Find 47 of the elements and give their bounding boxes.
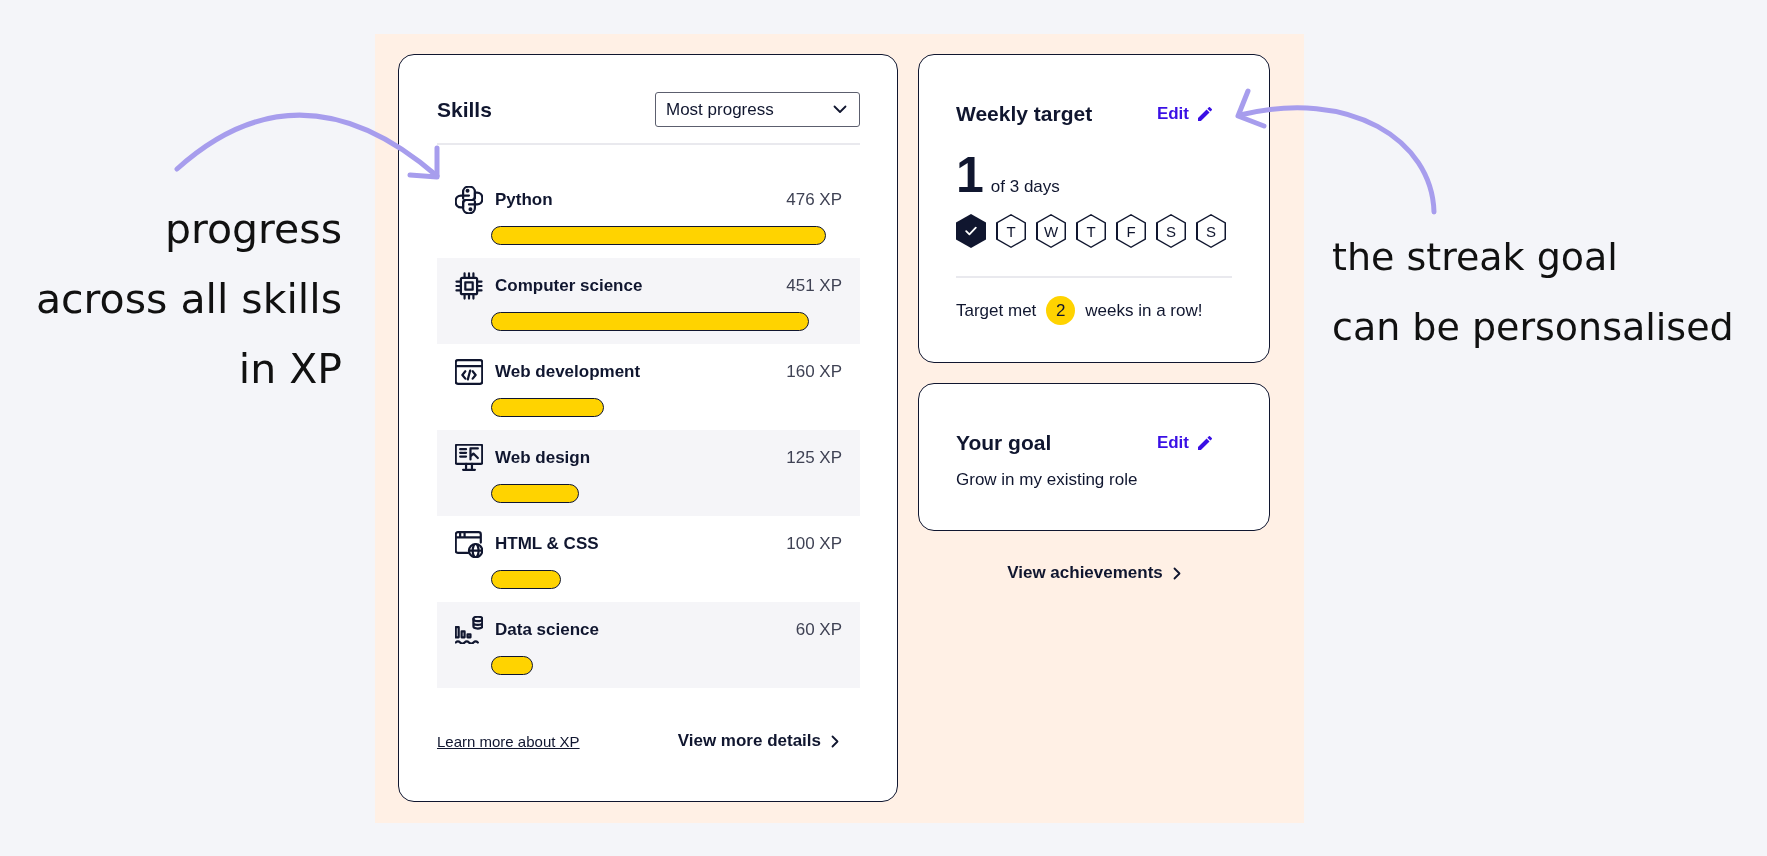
edit-button[interactable]: Edit	[1156, 104, 1212, 124]
annotation-text: progress across all skills in XP	[35, 204, 342, 395]
day-hexagon: S	[1156, 214, 1186, 248]
streak-text: weeks in a row!	[1085, 300, 1203, 321]
day-hexagon: F	[1116, 214, 1146, 248]
skill-name: Python	[495, 190, 554, 210]
day-hexagon: T	[996, 214, 1026, 248]
sort-dropdown[interactable]: Most progress	[655, 92, 860, 127]
learn-more-link[interactable]: Learn more about XP	[437, 732, 580, 750]
card-title: Weekly target	[956, 102, 1093, 126]
check-icon	[965, 226, 977, 236]
skill-xp: 476 XP	[786, 190, 842, 210]
view-details-link[interactable]: View more details	[677, 731, 839, 751]
chevron-down-icon	[833, 105, 847, 114]
code-window-icon	[455, 358, 483, 386]
chevron-right-icon	[831, 734, 839, 748]
day-hexagon: W	[1036, 214, 1066, 248]
chip-icon	[455, 272, 483, 300]
day-hexagon: S	[1196, 214, 1226, 248]
pencil-icon	[1198, 107, 1212, 121]
browser-globe-icon	[455, 530, 483, 558]
skill-name: Web design	[495, 448, 592, 468]
skill-xp: 60 XP	[795, 620, 842, 640]
days-count: 1	[956, 150, 984, 200]
days-goal-text: of 3 days	[990, 177, 1060, 197]
streak-count-badge: 2	[1046, 296, 1076, 325]
edit-button[interactable]: Edit	[1156, 433, 1212, 453]
annotation-text: the streak goal can be personsalised	[1332, 234, 1735, 351]
card-title: Your goal	[956, 431, 1052, 455]
day-hexagon: T	[1076, 214, 1106, 248]
card-title: Skills	[437, 97, 492, 122]
monitor-icon	[455, 444, 483, 472]
python-logo-icon	[455, 186, 483, 214]
skill-xp: 451 XP	[786, 276, 842, 296]
goal-text: Grow in my existing role	[956, 470, 1139, 490]
skill-name: HTML & CSS	[495, 534, 600, 554]
skill-name: Data science	[495, 620, 600, 640]
view-achievements-link[interactable]: View achievements	[1007, 563, 1181, 583]
chevron-right-icon	[1172, 566, 1181, 580]
skill-name: Computer science	[495, 276, 644, 296]
chart-database-icon	[455, 616, 483, 644]
skill-name: Web development	[495, 362, 642, 382]
pencil-icon	[1198, 436, 1212, 450]
skill-xp: 100 XP	[786, 534, 842, 554]
skill-xp: 160 XP	[786, 362, 842, 382]
streak-text: Target met	[956, 300, 1037, 321]
skill-xp: 125 XP	[786, 448, 842, 468]
